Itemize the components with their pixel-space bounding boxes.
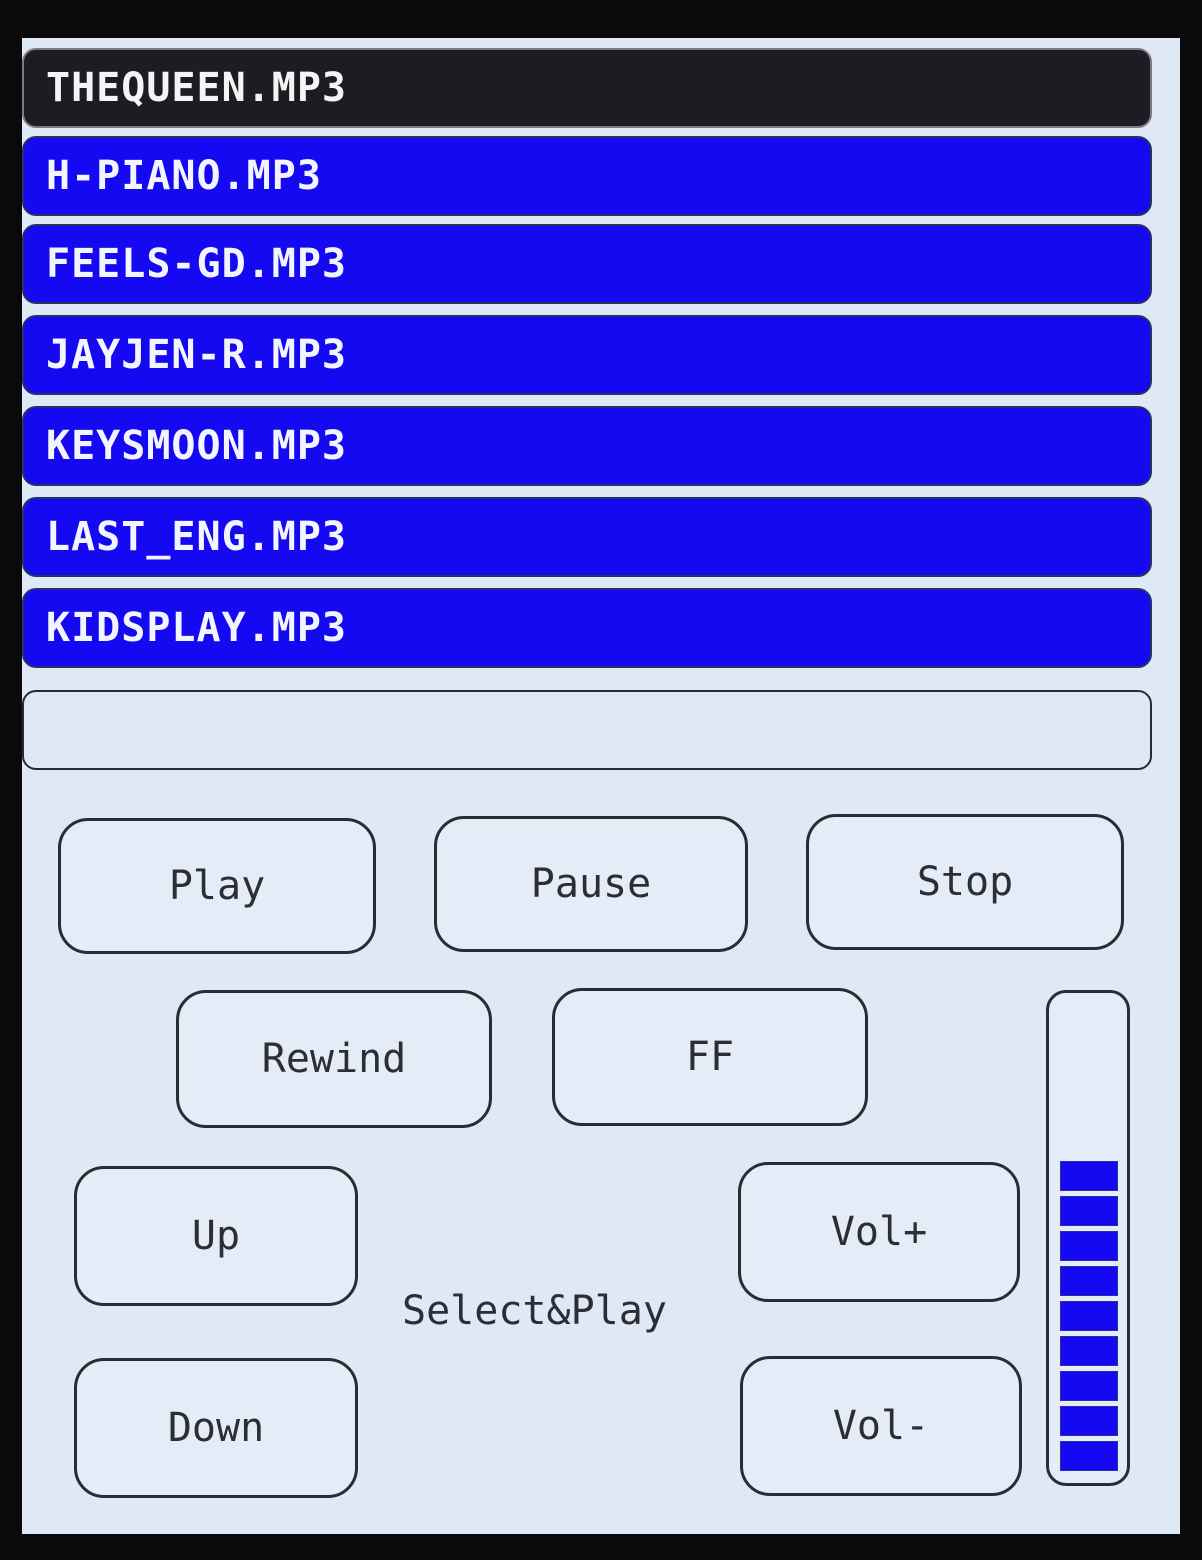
track-item[interactable]: KIDSPLAY.MP3 [22,588,1152,668]
player-screen: THEQUEEN.MP3 H-PIANO.MP3 FEELS-GD.MP3 JA… [22,38,1180,1534]
up-button[interactable]: Up [74,1166,358,1306]
stop-button[interactable]: Stop [806,814,1124,950]
volume-level-segment [1060,1336,1118,1366]
volume-down-button[interactable]: Vol- [740,1356,1022,1496]
track-item-empty[interactable] [22,690,1152,770]
volume-level-segment [1060,1441,1118,1471]
track-item[interactable]: JAYJEN-R.MP3 [22,315,1152,395]
track-item[interactable]: FEELS-GD.MP3 [22,224,1152,304]
track-item-selected[interactable]: THEQUEEN.MP3 [22,48,1152,128]
fast-forward-button[interactable]: FF [552,988,868,1126]
track-name: LAST_ENG.MP3 [46,514,347,560]
track-name: KEYSMOON.MP3 [46,423,347,469]
rewind-button[interactable]: Rewind [176,990,492,1128]
volume-level-segment [1060,1231,1118,1261]
volume-level-segment [1060,1301,1118,1331]
track-name: THEQUEEN.MP3 [46,65,347,111]
track-item[interactable]: LAST_ENG.MP3 [22,497,1152,577]
volume-level-segment [1060,1196,1118,1226]
track-name: KIDSPLAY.MP3 [46,605,347,651]
volume-level-segment [1060,1406,1118,1436]
track-item[interactable]: KEYSMOON.MP3 [22,406,1152,486]
pause-button[interactable]: Pause [434,816,748,952]
volume-meter [1046,990,1130,1486]
track-name: JAYJEN-R.MP3 [46,332,347,378]
volume-level-segment [1060,1371,1118,1401]
select-play-label: Select&Play [402,1288,667,1334]
track-name: FEELS-GD.MP3 [46,241,347,287]
volume-up-button[interactable]: Vol+ [738,1162,1020,1302]
volume-level-segment [1060,1161,1118,1191]
track-name: H-PIANO.MP3 [46,153,322,199]
play-button[interactable]: Play [58,818,376,954]
volume-level-segment [1060,1266,1118,1296]
down-button[interactable]: Down [74,1358,358,1498]
track-item[interactable]: H-PIANO.MP3 [22,136,1152,216]
